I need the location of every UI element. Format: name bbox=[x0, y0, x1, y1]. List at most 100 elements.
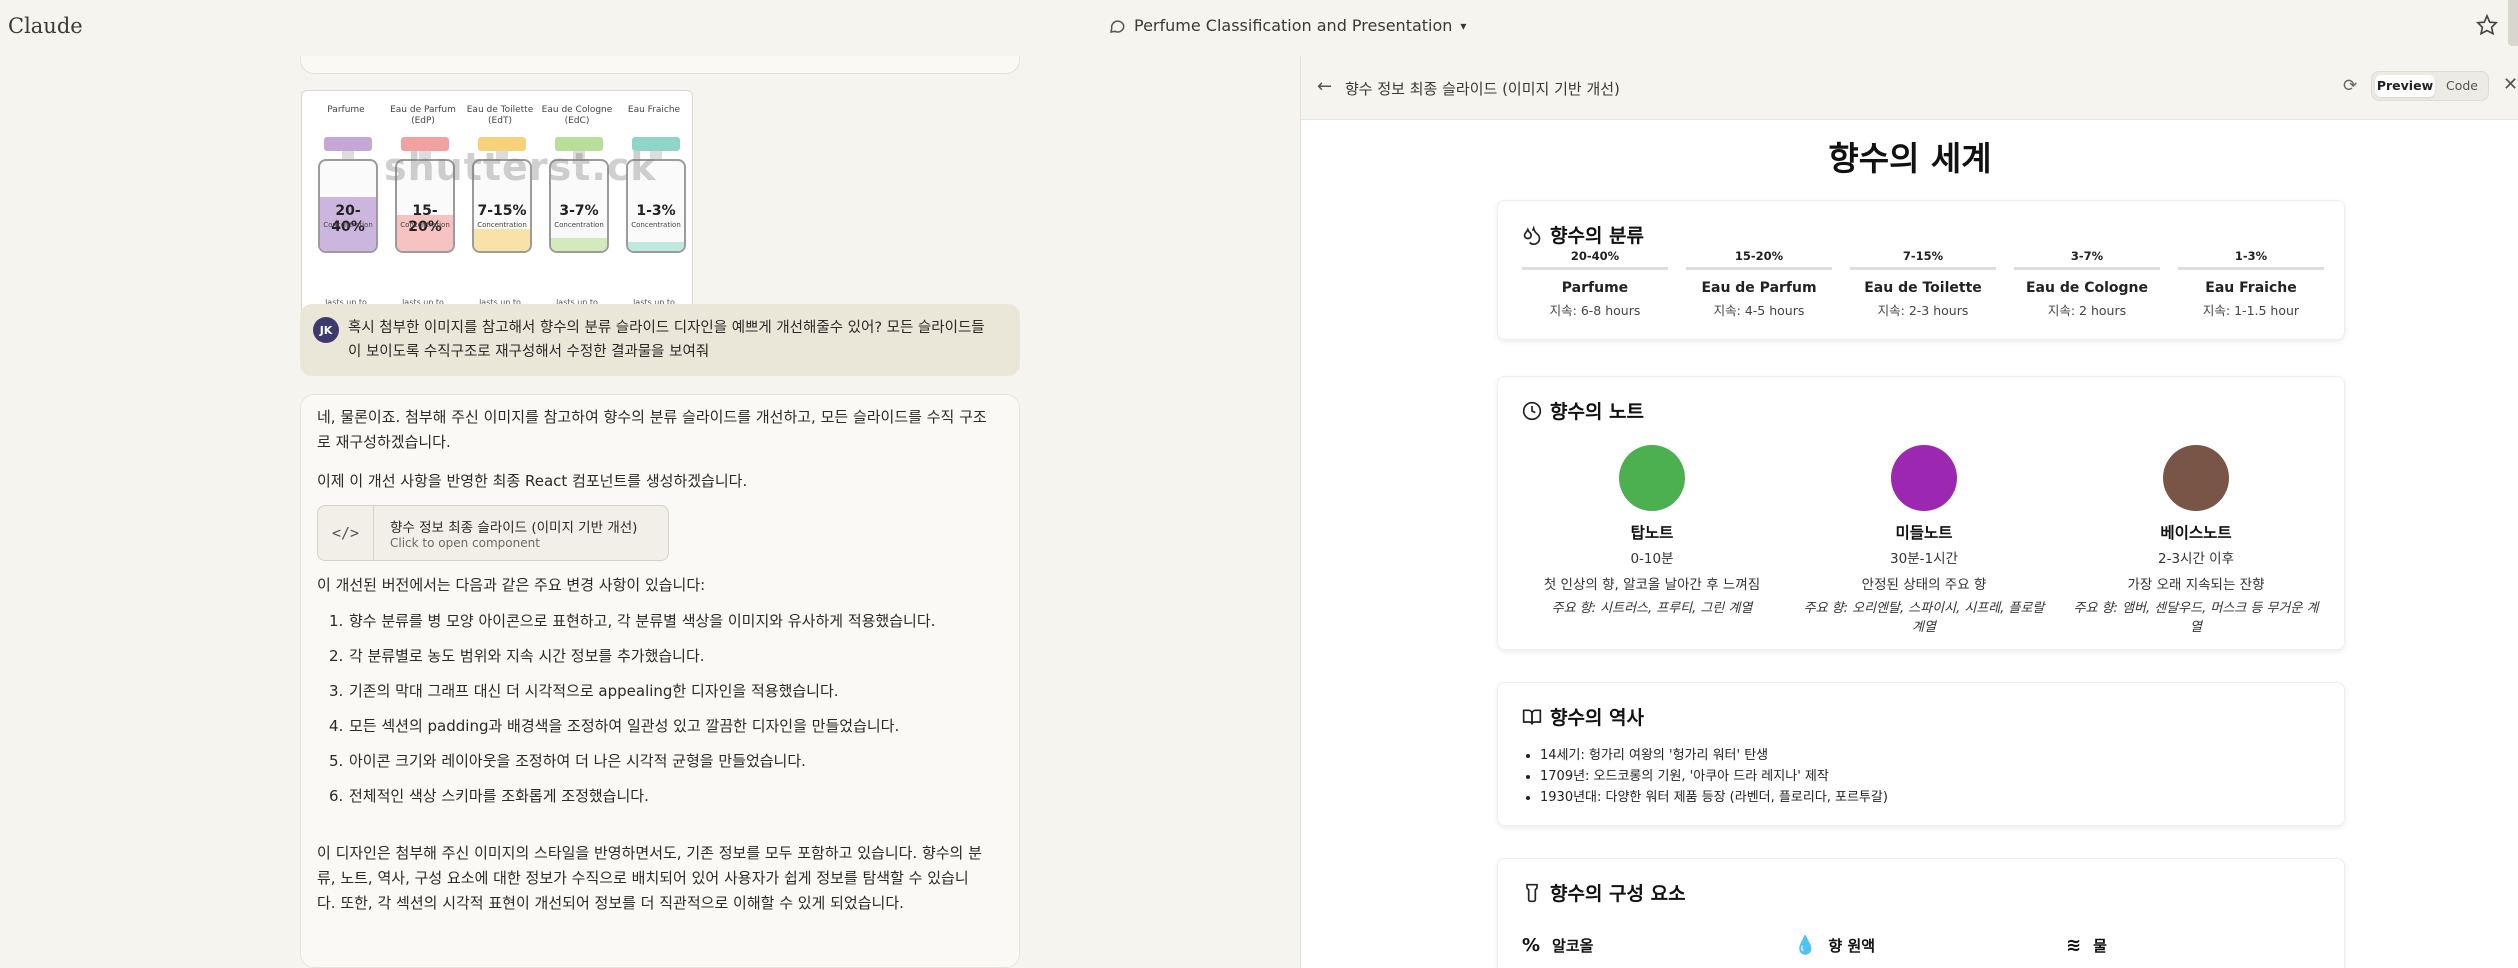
assistant-paragraph-3: 이 개선된 버전에서는 다음과 같은 주요 변경 사항이 있습니다: bbox=[317, 576, 706, 594]
bottle-fill bbox=[474, 228, 530, 251]
bottle-body: 20-40% Concentration bbox=[318, 159, 378, 253]
bottle-neck bbox=[342, 151, 354, 159]
note-examples: 주요 향: 앰버, 센달우드, 머스크 등 무거운 계열 bbox=[2073, 601, 2319, 635]
note-name: 베이스노트 bbox=[2160, 524, 2232, 542]
classification-duration: 지속: 4-5 hours bbox=[1713, 303, 1805, 318]
bottle-name: Eau de Parfum (EdP) bbox=[390, 105, 456, 126]
bottle-cap bbox=[324, 137, 372, 151]
code-tab[interactable]: Code bbox=[2438, 75, 2486, 97]
bottle-fill bbox=[551, 237, 607, 251]
history-heading: 향수의 역사 bbox=[1522, 703, 1644, 730]
component-item: 💧 향 원액 bbox=[1794, 935, 1875, 956]
back-arrow-icon[interactable]: ← bbox=[1317, 76, 1332, 97]
previous-message-edge bbox=[300, 56, 1020, 74]
artifact-title: 향수 정보 최종 슬라이드 (이미지 기반 개선) bbox=[390, 520, 638, 536]
list-item-text: 향수 분류를 병 모양 아이콘으로 표현하고, 각 분류별 색상을 이미지와 유… bbox=[349, 612, 936, 630]
artifact-panel-title: 향수 정보 최종 슬라이드 (이미지 기반 개선) bbox=[1345, 80, 1620, 98]
app-logo[interactable]: Claude bbox=[8, 14, 83, 38]
bottle-concentration: 15-20% bbox=[408, 203, 442, 235]
note-time: 30분-1시간 bbox=[1890, 551, 1958, 567]
note-item: 베이스노트 2-3시간 이후 가장 오래 지속되는 잔향 주요 향: 앰버, 센달우드… bbox=[2068, 445, 2324, 637]
user-message: JK 혹시 첨부한 이미지를 참고해서 향수의 분류 슬라이드 디자인을 예쁘게… bbox=[300, 304, 1020, 376]
bottle-fill bbox=[628, 242, 684, 251]
bottle-concentration-label: Concentration bbox=[554, 221, 604, 229]
change-list: 1. 향수 분류를 병 모양 아이콘으로 표현하고, 각 분류별 색상을 이미지와… bbox=[317, 609, 987, 819]
artifact-card[interactable]: </> 향수 정보 최종 슬라이드 (이미지 기반 개선) Click to o… bbox=[317, 505, 669, 561]
note-item: 탑노트 0-10분 첫 인상의 향, 알코올 날아간 후 느껴짐 주요 향: 시트러스… bbox=[1524, 445, 1780, 618]
user-message-text: 혹시 첨부한 이미지를 참고해서 향수의 분류 슬라이드 디자인을 예쁘게 개선… bbox=[348, 320, 985, 360]
list-item: 5. 아이콘 크기와 레이아웃을 조정하여 더 나은 시각적 균형을 만들었습니다… bbox=[317, 749, 987, 774]
list-number: 3. bbox=[329, 682, 344, 700]
list-item: 6. 전체적인 색상 스키마를 조화롭게 조정했습니다. bbox=[317, 784, 987, 809]
component-item: ≋ 물 bbox=[2066, 935, 2107, 956]
classification-name: Parfume bbox=[1561, 280, 1629, 296]
concentration-range: 3-7% bbox=[2070, 249, 2104, 263]
refresh-icon[interactable]: ⟳ bbox=[2343, 76, 2357, 96]
top-bar: Claude Perfume Classification and Presen… bbox=[0, 0, 2518, 56]
artifact-panel: ← 향수 정보 최종 슬라이드 (이미지 기반 개선) ⟳ Preview Co… bbox=[1300, 56, 2518, 968]
component-icon: % bbox=[1522, 935, 1541, 956]
close-icon[interactable]: ✕ bbox=[2503, 74, 2518, 95]
list-number: 4. bbox=[329, 717, 344, 735]
star-icon[interactable] bbox=[2476, 14, 2498, 36]
concentration-bar bbox=[1522, 267, 1668, 270]
history-item: 1709년: 오드코롱의 기원, '아쿠아 드라 레지나' 제작 bbox=[1540, 766, 1888, 787]
classification-name: Eau de Toilette bbox=[1864, 280, 1982, 296]
list-item-text: 기존의 막대 그래프 대신 더 시각적으로 appealing한 디자인을 적용… bbox=[349, 682, 839, 700]
bottle-concentration: 7-15% bbox=[477, 203, 527, 219]
notes-heading: 향수의 노트 bbox=[1522, 397, 1644, 424]
page-title: 향수의 세계 bbox=[1828, 139, 1992, 178]
notes-heading-text: 향수의 노트 bbox=[1550, 401, 1645, 423]
note-time: 0-10분 bbox=[1630, 551, 1674, 567]
preview-tab[interactable]: Preview bbox=[2375, 75, 2435, 97]
classification-duration: 지속: 1-1.5 hour bbox=[2202, 303, 2300, 318]
bottle-name: Eau de Cologne (EdC) bbox=[541, 105, 613, 126]
bottle-name: Parfume bbox=[327, 105, 365, 115]
note-color-circle bbox=[1619, 445, 1685, 511]
component-item: % 알코올 bbox=[1522, 935, 1593, 956]
classification-item: 1-3% Eau Fraiche 지속: 1-1.5 hour bbox=[2178, 249, 2324, 319]
conversation-title-menu[interactable]: Perfume Classification and Presentation … bbox=[1108, 16, 1466, 35]
concentration-range: 1-3% bbox=[2234, 249, 2268, 263]
list-item-text: 아이콘 크기와 레이아웃을 조정하여 더 나은 시각적 균형을 만들었습니다. bbox=[349, 752, 806, 770]
components-heading-text: 향수의 구성 요소 bbox=[1550, 883, 1686, 905]
list-number: 6. bbox=[329, 787, 344, 805]
scrollbar-thumb[interactable] bbox=[2508, 0, 2518, 46]
conversation-title: Perfume Classification and Presentation bbox=[1134, 16, 1453, 35]
watermark: shutterst.ck bbox=[384, 145, 657, 189]
note-time: 2-3시간 이후 bbox=[2157, 551, 2235, 567]
artifact-subtitle: Click to open component bbox=[390, 536, 540, 550]
concentration-bar bbox=[1850, 267, 1996, 270]
concentration-bar bbox=[2178, 267, 2324, 270]
note-description: 안정된 상태의 주요 향 bbox=[1861, 577, 1987, 593]
bottle-concentration-label: Concentration bbox=[323, 221, 373, 229]
concentration-range: 7-15% bbox=[1902, 249, 1944, 263]
components-card: 향수의 구성 요소 % 알코올 💧 향 원액 ≋ 물 bbox=[1497, 858, 2345, 968]
classification-item: 7-15% Eau de Toilette 지속: 2-3 hours bbox=[1850, 249, 1996, 319]
note-examples: 주요 향: 시트러스, 프루티, 그린 계열 bbox=[1551, 601, 1753, 616]
list-item: 4. 모든 섹션의 padding과 배경색을 조정하여 일관성 있고 깔끔한 디… bbox=[317, 714, 987, 739]
history-card: 향수의 역사 14세기: 헝가리 여왕의 '헝가리 워터' 탄생1709년: 오… bbox=[1497, 682, 2345, 826]
component-name: 알코올 bbox=[1552, 937, 1594, 955]
chat-thread: Parfume20-40%Concentrationlasts up to 6-… bbox=[0, 56, 1300, 968]
list-item-text: 전체적인 색상 스키마를 조화롭게 조정했습니다. bbox=[349, 787, 649, 805]
history-list: 14세기: 헝가리 여왕의 '헝가리 워터' 탄생1709년: 오드코롱의 기원… bbox=[1540, 745, 1888, 808]
classification-heading: 향수의 분류 bbox=[1522, 221, 1644, 248]
list-number: 1. bbox=[329, 612, 344, 630]
concentration-bar bbox=[1686, 267, 1832, 270]
note-examples: 주요 향: 오리엔탈, 스파이시, 시프레, 플로랄 계열 bbox=[1803, 601, 2045, 635]
note-item: 미들노트 30분-1시간 안정된 상태의 주요 향 주요 향: 오리엔탈, 스파이시,… bbox=[1796, 445, 2052, 637]
avatar[interactable]: JK bbox=[313, 317, 339, 343]
bottle-concentration-label: Concentration bbox=[477, 221, 527, 229]
component-icon: 💧 bbox=[1794, 935, 1817, 956]
component-icon: ≋ bbox=[2066, 935, 2082, 956]
clock-icon bbox=[1522, 401, 1542, 420]
preview-code-toggle: Preview Code bbox=[2371, 71, 2489, 101]
chat-bubble-icon bbox=[1110, 19, 1125, 33]
book-open-icon bbox=[1522, 709, 1542, 725]
component-name: 향 원액 bbox=[1828, 937, 1876, 955]
concentration-range: 20-40% bbox=[1570, 249, 1620, 263]
classification-duration: 지속: 6-8 hours bbox=[1549, 303, 1641, 318]
chevron-down-icon: ▾ bbox=[1460, 18, 1467, 33]
cup-icon bbox=[1526, 883, 1538, 902]
